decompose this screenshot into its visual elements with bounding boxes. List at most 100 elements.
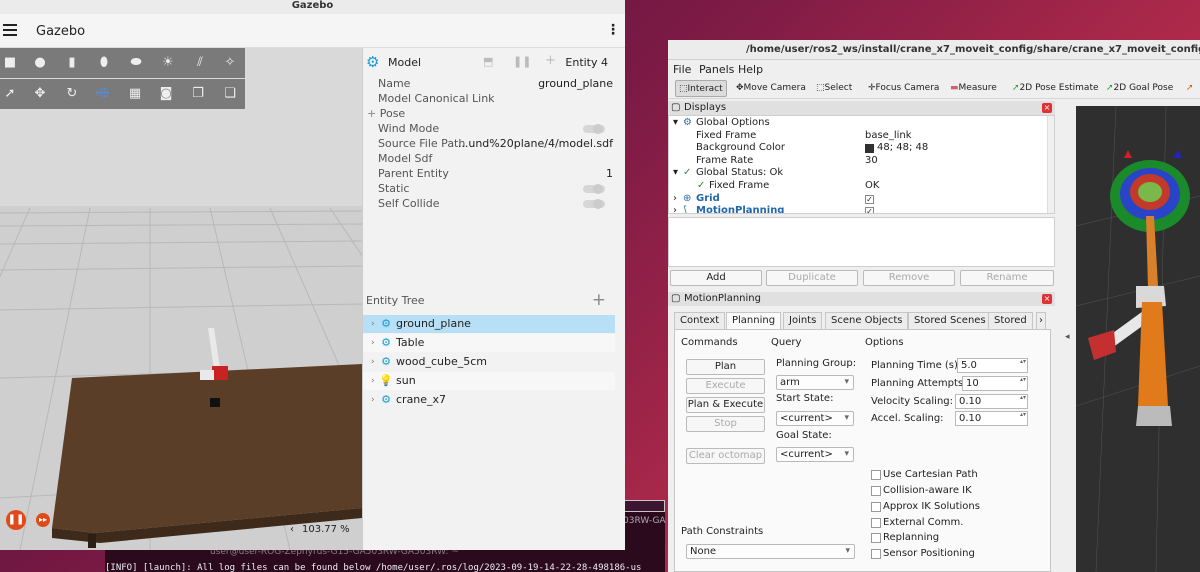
tab-joints[interactable]: Joints [783, 312, 823, 330]
velocity-scaling-input[interactable]: 0.10 [955, 394, 1028, 409]
tree-status-fixed-frame[interactable]: ✓ Fixed Frame OK [669, 180, 1047, 193]
tree-background-color[interactable]: Background Color 48; 48; 48 [669, 142, 1047, 155]
chevron-right-icon[interactable]: › [371, 315, 375, 333]
collision-aware-ik-checkbox[interactable]: Collision-aware IK [871, 485, 972, 496]
prop-model-sdf[interactable]: Model Sdf [378, 152, 613, 167]
expand-icon[interactable]: ▾ [673, 167, 678, 180]
3d-viewport[interactable]: ■ ● ▮ ⬮ ⬬ ☀ ⫽ ✧ ➚ ✥ ↻ ⬲ ▦ ◙ ❐ ❏ ❚❚ ▸▸ ‹ … [0, 48, 362, 550]
tree-motion-planning[interactable]: › ⟆ MotionPlanning ✓ [669, 205, 1047, 213]
sphere-icon[interactable]: ● [32, 55, 48, 71]
snap-icon[interactable]: ⬲ [94, 86, 110, 102]
clear-octomap-button[interactable]: Clear octomap [686, 448, 765, 464]
sensor-positioning-checkbox[interactable]: Sensor Positioning [871, 548, 975, 559]
chevron-right-icon[interactable]: › [371, 391, 375, 409]
approx-ik-checkbox[interactable]: Approx IK Solutions [871, 501, 980, 512]
start-state-select[interactable]: <current> [776, 411, 854, 426]
ellipsoid-icon[interactable]: ⬬ [128, 55, 144, 71]
tool-focus-camera[interactable]: ✛Focus Camera [868, 80, 939, 97]
plan-button[interactable]: Plan [686, 359, 765, 375]
translate-icon[interactable]: ✥ [32, 86, 48, 102]
tab-scene-objects[interactable]: Scene Objects [825, 312, 909, 330]
static-toggle[interactable] [583, 184, 605, 194]
paste-icon[interactable]: ❏ [222, 86, 238, 102]
select-arrow-icon[interactable]: ➚ [2, 86, 18, 102]
point-light-icon[interactable]: ☀ [160, 55, 176, 71]
tree-value[interactable]: 30 [865, 155, 878, 168]
tool-2d-goal-pose[interactable]: ➚2D Goal Pose [1106, 80, 1173, 97]
wind-mode-toggle[interactable] [583, 124, 605, 134]
add-display-button[interactable]: Add [670, 270, 762, 286]
tool-more[interactable]: ➚ [1186, 80, 1194, 97]
tree-item-sun[interactable]: › 💡 sun [363, 372, 615, 390]
goal-state-select[interactable]: <current> [776, 447, 854, 462]
rename-button[interactable]: Rename [960, 270, 1054, 286]
close-icon[interactable]: × [1042, 294, 1052, 304]
tree-global-options[interactable]: ▾ ⚙ Global Options [669, 117, 1047, 130]
tree-item-table[interactable]: › ⚙ Table [363, 334, 615, 352]
tool-move-camera[interactable]: ✥Move Camera [736, 80, 806, 97]
tree-value[interactable]: 48; 48; 48 [877, 142, 928, 155]
tree-item-crane-x7[interactable]: › ⚙ crane_x7 [363, 391, 615, 409]
tree-item-wood-cube[interactable]: › ⚙ wood_cube_5cm [363, 353, 615, 371]
add-entity-icon[interactable]: + [592, 290, 606, 310]
tab-stored-scenes[interactable]: Stored Scenes [908, 312, 992, 330]
expand-icon[interactable]: ▾ [673, 117, 678, 130]
menu-file[interactable]: File [673, 63, 691, 76]
rviz-3d-view[interactable] [1075, 105, 1200, 572]
duplicate-button[interactable]: Duplicate [766, 270, 858, 286]
external-comm-checkbox[interactable]: External Comm. [871, 517, 963, 528]
self-collide-toggle[interactable] [583, 199, 605, 209]
directional-light-icon[interactable]: ⫽ [192, 55, 208, 71]
pause-button[interactable]: ❚❚ [6, 510, 26, 530]
grid-checkbox[interactable]: ✓ [865, 194, 874, 204]
kebab-menu-icon[interactable]: ⋮ [606, 22, 620, 38]
tab-context[interactable]: Context [674, 312, 726, 330]
box-icon[interactable]: ■ [2, 55, 18, 71]
path-constraints-select[interactable]: None [686, 544, 855, 559]
close-icon[interactable]: × [1042, 103, 1052, 113]
tool-select[interactable]: ⬚Select [816, 80, 852, 97]
screenshot-icon[interactable]: ◙ [158, 86, 174, 102]
tab-scroll-right-icon[interactable]: › [1036, 312, 1046, 330]
planning-group-select[interactable]: arm [776, 375, 854, 390]
tree-value[interactable]: base_link [865, 130, 912, 143]
collapse-arrow-icon[interactable]: ◂ [1065, 332, 1070, 342]
grid-icon[interactable]: ▦ [127, 86, 143, 102]
expand-icon[interactable]: › [673, 205, 677, 213]
displays-scrollbar[interactable] [1047, 116, 1054, 213]
plan-execute-button[interactable]: Plan & Execute [686, 397, 765, 413]
remove-button[interactable]: Remove [863, 270, 955, 286]
capsule-icon[interactable]: ⬮ [96, 55, 112, 71]
prop-canonical-link[interactable]: Model Canonical Link [378, 92, 613, 107]
chevron-right-icon[interactable]: › [371, 372, 375, 390]
expand-icon[interactable]: › [673, 193, 677, 206]
tree-item-ground-plane[interactable]: › ⚙ ground_plane [363, 315, 615, 333]
hamburger-menu-icon[interactable] [3, 24, 17, 36]
tool-interact[interactable]: ⬚Interact [675, 80, 727, 97]
tree-global-status[interactable]: ▾ ✓ Global Status: Ok [669, 167, 1047, 180]
rtf-chevron-icon[interactable]: ‹ [290, 524, 294, 535]
planning-time-input[interactable]: 5.0 [957, 358, 1028, 373]
expand-icon[interactable]: + [367, 107, 380, 120]
chevron-right-icon[interactable]: › [371, 334, 375, 352]
replanning-checkbox[interactable]: Replanning [871, 532, 939, 543]
menu-help[interactable]: Help [738, 63, 763, 76]
execute-button[interactable]: Execute [686, 378, 765, 394]
add-icon[interactable]: + [545, 53, 556, 68]
tool-2d-pose-estimate[interactable]: ➚2D Pose Estimate [1012, 80, 1099, 97]
spot-light-icon[interactable]: ✧ [222, 55, 238, 71]
tool-measure[interactable]: ▬Measure [950, 80, 997, 97]
motion-planning-checkbox[interactable]: ✓ [865, 207, 874, 213]
planning-attempts-input[interactable]: 10 [962, 376, 1028, 391]
menu-panels[interactable]: Panels [699, 63, 734, 76]
pause-updates-icon[interactable]: ❚❚ [513, 55, 531, 68]
accel-scaling-input[interactable]: 0.10 [955, 411, 1028, 426]
stop-button[interactable]: Stop [686, 416, 765, 432]
cylinder-icon[interactable]: ▮ [64, 55, 80, 71]
displays-tree[interactable]: ▾ ⚙ Global Options Fixed Frame base_link Ba… [668, 115, 1055, 214]
panel-splitter[interactable]: ◂ [1061, 106, 1076, 572]
chevron-right-icon[interactable]: › [371, 353, 375, 371]
step-forward-icon[interactable]: ▸▸ [36, 513, 50, 527]
tree-fixed-frame[interactable]: Fixed Frame base_link [669, 130, 1047, 143]
tab-planning[interactable]: Planning [726, 312, 782, 330]
